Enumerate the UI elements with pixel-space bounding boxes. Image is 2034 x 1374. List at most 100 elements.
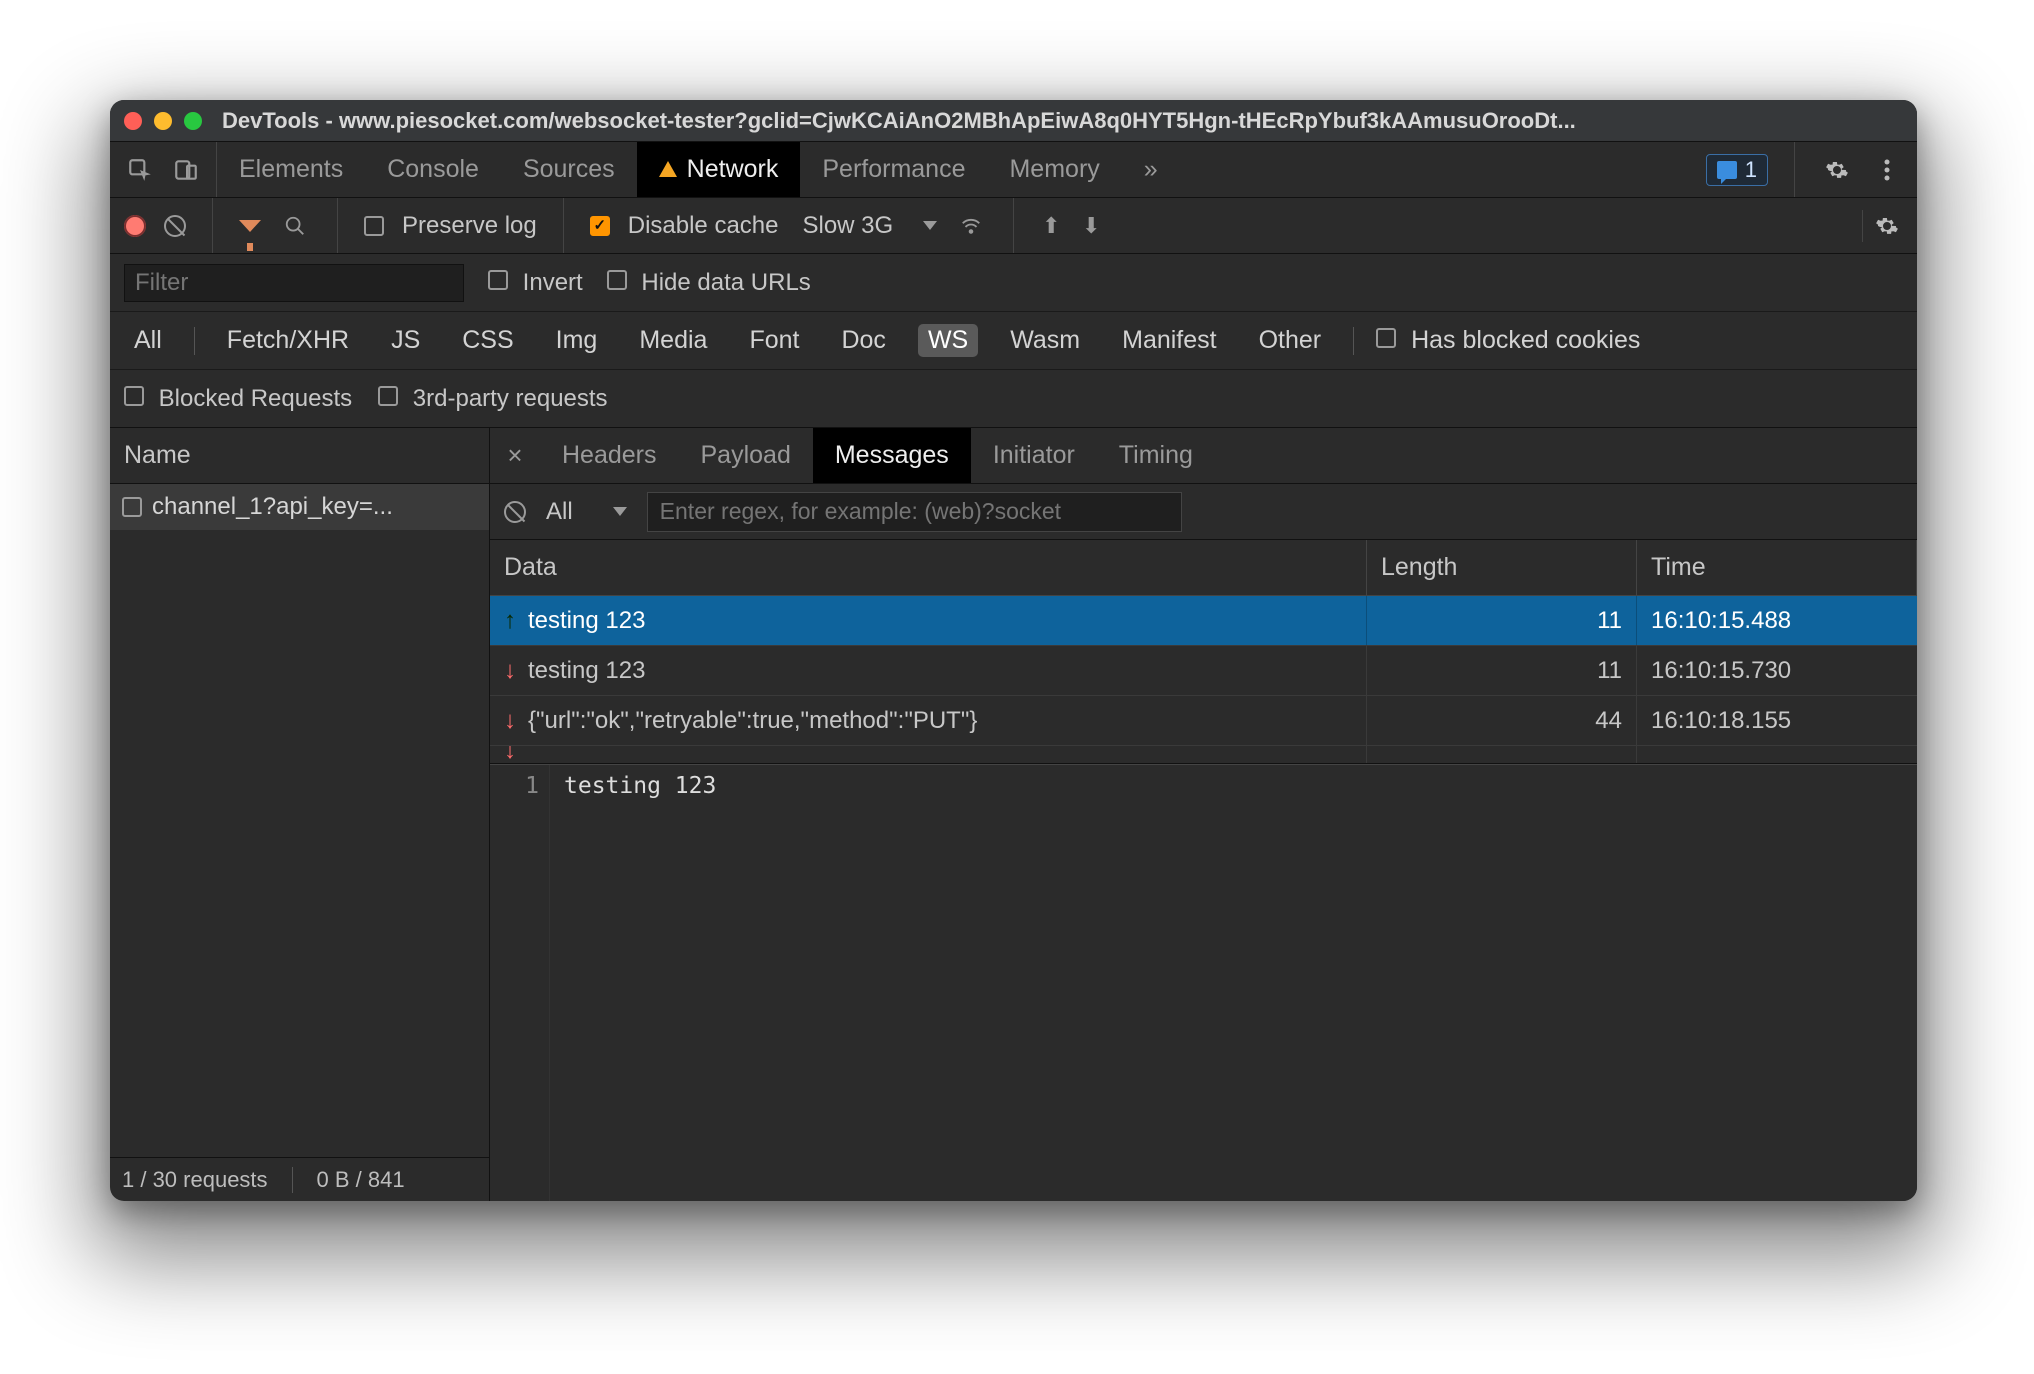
arrow-up-icon: ↑ (504, 607, 516, 635)
divider (1862, 210, 1863, 242)
blocked-requests-toggle[interactable]: Blocked Requests (124, 385, 352, 413)
message-data: {"url":"ok","retryable":true,"method":"P… (528, 707, 977, 735)
name-header[interactable]: Name (110, 428, 489, 484)
filter-input[interactable] (124, 264, 464, 302)
type-js[interactable]: JS (381, 324, 430, 357)
message-row[interactable]: ↓ testing 123 11 16:10:15.730 (490, 646, 1917, 696)
message-data: testing 123 (528, 657, 645, 685)
network-settings-icon[interactable] (1871, 210, 1903, 242)
tab-network[interactable]: Network (637, 142, 801, 197)
has-blocked-cookies-toggle[interactable]: Has blocked cookies (1376, 326, 1640, 355)
titlebar: DevTools - www.piesocket.com/websocket-t… (110, 100, 1917, 142)
detail-tab-messages[interactable]: Messages (813, 428, 971, 483)
disable-cache-checkbox[interactable] (590, 216, 610, 236)
device-toolbar-icon[interactable] (170, 154, 202, 186)
type-ws[interactable]: WS (918, 324, 978, 357)
hide-data-urls-toggle[interactable]: Hide data URLs (607, 269, 811, 297)
third-party-checkbox[interactable] (378, 386, 398, 406)
disable-cache-label: Disable cache (628, 212, 779, 240)
clear-button[interactable] (164, 215, 186, 237)
warning-icon (659, 161, 677, 177)
type-all[interactable]: All (124, 324, 172, 357)
tab-console[interactable]: Console (365, 142, 501, 197)
preserve-log-toggle[interactable]: Preserve log (364, 212, 537, 240)
tab-memory[interactable]: Memory (987, 142, 1121, 197)
chevron-down-icon (923, 221, 937, 230)
detail-tab-initiator[interactable]: Initiator (971, 428, 1097, 483)
message-time: 16:10:15.730 (1637, 646, 1917, 695)
preserve-log-label: Preserve log (402, 212, 537, 240)
arrow-down-icon: ↓ (504, 657, 516, 685)
more-options-icon[interactable] (1871, 154, 1903, 186)
has-blocked-cookies-checkbox[interactable] (1376, 328, 1396, 348)
throttling-select[interactable]: Slow 3G (802, 212, 937, 240)
header-time[interactable]: Time (1637, 540, 1917, 595)
inspect-element-icon[interactable] (124, 154, 156, 186)
message-row[interactable]: ↑ testing 123 11 16:10:15.488 (490, 596, 1917, 646)
invert-checkbox[interactable] (488, 270, 508, 290)
tab-more[interactable]: » (1122, 142, 1180, 197)
issues-badge[interactable]: 1 (1706, 154, 1768, 186)
messages-filter-select[interactable]: All (542, 498, 631, 526)
issues-count: 1 (1745, 157, 1757, 183)
has-blocked-cookies-label: Has blocked cookies (1411, 326, 1640, 354)
header-length[interactable]: Length (1367, 540, 1637, 595)
detail-tab-payload[interactable]: Payload (679, 428, 813, 483)
clear-messages-button[interactable] (504, 501, 526, 523)
disable-cache-toggle[interactable]: Disable cache (590, 212, 779, 240)
record-button[interactable] (124, 215, 146, 237)
chevron-down-icon (613, 507, 627, 516)
resource-types: All Fetch/XHR JS CSS Img Media Font Doc … (110, 312, 1917, 370)
line-number: 1 (490, 765, 550, 1201)
type-img[interactable]: Img (546, 324, 608, 357)
header-data[interactable]: Data (490, 540, 1367, 595)
maximize-window-button[interactable] (184, 112, 202, 130)
preserve-log-checkbox[interactable] (364, 216, 384, 236)
tab-elements[interactable]: Elements (217, 142, 365, 197)
close-window-button[interactable] (124, 112, 142, 130)
network-conditions-icon[interactable] (955, 210, 987, 242)
network-toolbar: Preserve log Disable cache Slow 3G ⬆ ⬇ (110, 198, 1917, 254)
type-font[interactable]: Font (739, 324, 809, 357)
main-tabs: Elements Console Sources Network Perform… (110, 142, 1917, 198)
type-manifest[interactable]: Manifest (1112, 324, 1226, 357)
divider (1013, 198, 1014, 253)
filter-icon[interactable] (239, 220, 261, 232)
tab-sources[interactable]: Sources (501, 142, 637, 197)
export-har-icon[interactable]: ⬇ (1080, 213, 1102, 239)
type-wasm[interactable]: Wasm (1000, 324, 1090, 357)
type-other[interactable]: Other (1249, 324, 1332, 357)
import-har-icon[interactable]: ⬆ (1040, 213, 1062, 239)
arrow-down-icon: ↓ (504, 746, 516, 756)
message-row[interactable]: ↓ {"url":"ok","retryable":true,"method":… (490, 696, 1917, 746)
tab-performance[interactable]: Performance (800, 142, 987, 197)
messages-rows: ↑ testing 123 11 16:10:15.488 ↓ testing … (490, 596, 1917, 764)
invert-toggle[interactable]: Invert (488, 269, 583, 297)
request-label: channel_1?api_key=... (152, 493, 393, 521)
third-party-toggle[interactable]: 3rd-party requests (378, 385, 607, 413)
blocked-requests-checkbox[interactable] (124, 386, 144, 406)
message-time: 16:10:15.488 (1637, 596, 1917, 645)
close-detail-icon[interactable]: × (490, 428, 540, 483)
third-party-label: 3rd-party requests (413, 385, 608, 412)
message-viewer: 1 testing 123 (490, 764, 1917, 1201)
minimize-window-button[interactable] (154, 112, 172, 130)
type-css[interactable]: CSS (452, 324, 523, 357)
messages-filter-value: All (546, 498, 573, 526)
type-fetchxhr[interactable]: Fetch/XHR (217, 324, 359, 357)
search-icon[interactable] (279, 210, 311, 242)
message-row-cutoff: ↓ (490, 746, 1917, 764)
messages-regex-input[interactable] (647, 492, 1182, 532)
detail-tab-headers[interactable]: Headers (540, 428, 679, 483)
status-bar: 1 / 30 requests 0 B / 841 (110, 1157, 489, 1201)
message-content[interactable]: testing 123 (550, 765, 1917, 1201)
type-doc[interactable]: Doc (831, 324, 895, 357)
throttling-value: Slow 3G (802, 212, 893, 240)
settings-icon[interactable] (1821, 154, 1853, 186)
divider (563, 198, 564, 253)
detail-tab-timing[interactable]: Timing (1097, 428, 1215, 483)
hide-data-urls-checkbox[interactable] (607, 270, 627, 290)
type-media[interactable]: Media (629, 324, 717, 357)
messages-toolbar: All (490, 484, 1917, 540)
request-row[interactable]: channel_1?api_key=... (110, 484, 489, 530)
